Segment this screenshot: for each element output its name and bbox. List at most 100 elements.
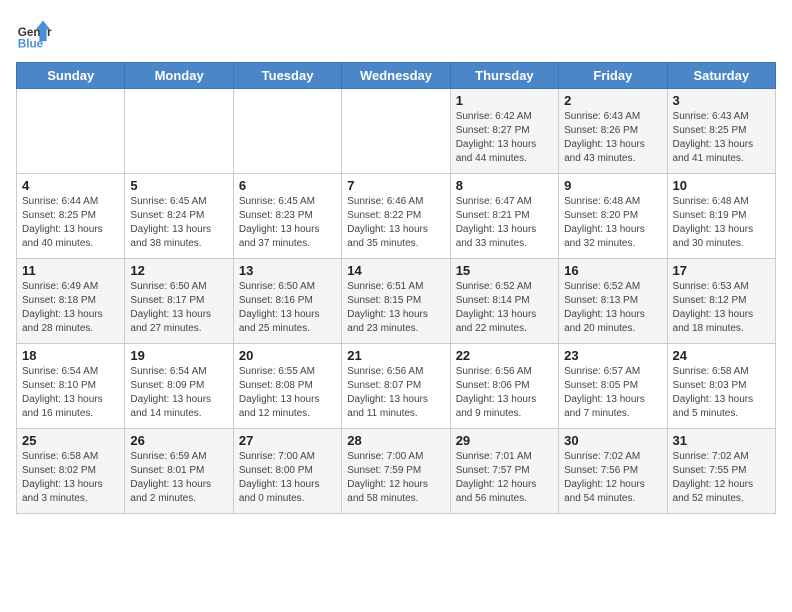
calendar-cell: 31Sunrise: 7:02 AM Sunset: 7:55 PM Dayli… — [667, 429, 775, 514]
day-info: Sunrise: 6:54 AM Sunset: 8:10 PM Dayligh… — [22, 365, 119, 421]
day-info: Sunrise: 6:54 AM Sunset: 8:09 PM Dayligh… — [130, 365, 227, 421]
day-number: 28 — [347, 433, 444, 448]
day-number: 31 — [673, 433, 770, 448]
day-info: Sunrise: 7:02 AM Sunset: 7:56 PM Dayligh… — [564, 450, 661, 506]
day-number: 24 — [673, 348, 770, 363]
day-number: 25 — [22, 433, 119, 448]
day-number: 10 — [673, 178, 770, 193]
day-number: 3 — [673, 93, 770, 108]
day-info: Sunrise: 6:52 AM Sunset: 8:13 PM Dayligh… — [564, 280, 661, 336]
day-number: 9 — [564, 178, 661, 193]
weekday-header-thursday: Thursday — [450, 63, 558, 89]
calendar-cell: 8Sunrise: 6:47 AM Sunset: 8:21 PM Daylig… — [450, 174, 558, 259]
calendar-cell: 12 Sunrise: 6:50 AM Sunset: 8:17 PM Dayli… — [125, 259, 233, 344]
day-number: 16 — [564, 263, 661, 278]
calendar-cell: 6 Sunrise: 6:45 AM Sunset: 8:23 PM Daylig… — [233, 174, 341, 259]
calendar-cell: 16 Sunrise: 6:52 AM Sunset: 8:13 PM Dayli… — [559, 259, 667, 344]
day-number: 5 — [130, 178, 227, 193]
weekday-header-monday: Monday — [125, 63, 233, 89]
day-info: Sunrise: 6:57 AM Sunset: 8:05 PM Dayligh… — [564, 365, 661, 421]
weekday-header-wednesday: Wednesday — [342, 63, 450, 89]
calendar-cell — [233, 89, 341, 174]
day-number: 15 — [456, 263, 553, 278]
day-info: Sunrise: 6:50 AM Sunset: 8:16 PM Dayligh… — [239, 280, 336, 336]
calendar-cell: 4 Sunrise: 6:44 AM Sunset: 8:25 PM Daylig… — [17, 174, 125, 259]
day-info: Sunrise: 6:46 AM Sunset: 8:22 PM Dayligh… — [347, 195, 444, 251]
day-number: 11 — [22, 263, 119, 278]
calendar-cell: 10Sunrise: 6:48 AM Sunset: 8:19 PM Dayli… — [667, 174, 775, 259]
calendar-cell: 29Sunrise: 7:01 AM Sunset: 7:57 PM Dayli… — [450, 429, 558, 514]
day-info: Sunrise: 6:43 AM Sunset: 8:26 PM Dayligh… — [564, 110, 661, 166]
day-number: 2 — [564, 93, 661, 108]
day-info: Sunrise: 6:49 AM Sunset: 8:18 PM Dayligh… — [22, 280, 119, 336]
day-number: 13 — [239, 263, 336, 278]
day-info: Sunrise: 6:56 AM Sunset: 8:07 PM Dayligh… — [347, 365, 444, 421]
day-number: 26 — [130, 433, 227, 448]
day-info: Sunrise: 6:51 AM Sunset: 8:15 PM Dayligh… — [347, 280, 444, 336]
calendar-cell: 7 Sunrise: 6:46 AM Sunset: 8:22 PM Daylig… — [342, 174, 450, 259]
calendar-cell: 18 Sunrise: 6:54 AM Sunset: 8:10 PM Dayli… — [17, 344, 125, 429]
calendar-cell: 27 Sunrise: 7:00 AM Sunset: 8:00 PM Dayli… — [233, 429, 341, 514]
weekday-header-friday: Friday — [559, 63, 667, 89]
calendar-cell: 3 Sunrise: 6:43 AM Sunset: 8:25 PM Daylig… — [667, 89, 775, 174]
week-row-2: 11 Sunrise: 6:49 AM Sunset: 8:18 PM Dayli… — [17, 259, 776, 344]
day-number: 7 — [347, 178, 444, 193]
day-info: Sunrise: 6:53 AM Sunset: 8:12 PM Dayligh… — [673, 280, 770, 336]
calendar-cell: 17 Sunrise: 6:53 AM Sunset: 8:12 PM Dayli… — [667, 259, 775, 344]
day-info: Sunrise: 6:45 AM Sunset: 8:24 PM Dayligh… — [130, 195, 227, 251]
calendar-cell: 19 Sunrise: 6:54 AM Sunset: 8:09 PM Dayli… — [125, 344, 233, 429]
day-info: Sunrise: 6:56 AM Sunset: 8:06 PM Dayligh… — [456, 365, 553, 421]
day-info: Sunrise: 7:00 AM Sunset: 7:59 PM Dayligh… — [347, 450, 444, 506]
day-info: Sunrise: 6:58 AM Sunset: 8:03 PM Dayligh… — [673, 365, 770, 421]
day-info: Sunrise: 6:43 AM Sunset: 8:25 PM Dayligh… — [673, 110, 770, 166]
day-info: Sunrise: 6:48 AM Sunset: 8:20 PM Dayligh… — [564, 195, 661, 251]
calendar-cell: 24 Sunrise: 6:58 AM Sunset: 8:03 PM Dayli… — [667, 344, 775, 429]
weekday-row: SundayMondayTuesdayWednesdayThursdayFrid… — [17, 63, 776, 89]
day-number: 4 — [22, 178, 119, 193]
calendar-cell: 5 Sunrise: 6:45 AM Sunset: 8:24 PM Daylig… — [125, 174, 233, 259]
logo: General Blue — [16, 16, 56, 52]
day-number: 29 — [456, 433, 553, 448]
page-header: General Blue — [16, 16, 776, 52]
day-info: Sunrise: 6:59 AM Sunset: 8:01 PM Dayligh… — [130, 450, 227, 506]
week-row-0: 1Sunrise: 6:42 AM Sunset: 8:27 PM Daylig… — [17, 89, 776, 174]
day-info: Sunrise: 6:55 AM Sunset: 8:08 PM Dayligh… — [239, 365, 336, 421]
day-number: 20 — [239, 348, 336, 363]
day-number: 17 — [673, 263, 770, 278]
day-info: Sunrise: 7:00 AM Sunset: 8:00 PM Dayligh… — [239, 450, 336, 506]
day-info: Sunrise: 6:45 AM Sunset: 8:23 PM Dayligh… — [239, 195, 336, 251]
calendar-cell: 21 Sunrise: 6:56 AM Sunset: 8:07 PM Dayli… — [342, 344, 450, 429]
calendar-cell — [342, 89, 450, 174]
calendar-cell: 22 Sunrise: 6:56 AM Sunset: 8:06 PM Dayli… — [450, 344, 558, 429]
calendar-cell — [17, 89, 125, 174]
day-number: 19 — [130, 348, 227, 363]
calendar-cell: 23 Sunrise: 6:57 AM Sunset: 8:05 PM Dayli… — [559, 344, 667, 429]
day-number: 30 — [564, 433, 661, 448]
calendar-cell: 28 Sunrise: 7:00 AM Sunset: 7:59 PM Dayli… — [342, 429, 450, 514]
day-number: 27 — [239, 433, 336, 448]
weekday-header-tuesday: Tuesday — [233, 63, 341, 89]
day-info: Sunrise: 6:44 AM Sunset: 8:25 PM Dayligh… — [22, 195, 119, 251]
weekday-header-sunday: Sunday — [17, 63, 125, 89]
day-number: 23 — [564, 348, 661, 363]
day-info: Sunrise: 6:50 AM Sunset: 8:17 PM Dayligh… — [130, 280, 227, 336]
calendar-cell: 15Sunrise: 6:52 AM Sunset: 8:14 PM Dayli… — [450, 259, 558, 344]
day-number: 18 — [22, 348, 119, 363]
week-row-1: 4 Sunrise: 6:44 AM Sunset: 8:25 PM Daylig… — [17, 174, 776, 259]
day-info: Sunrise: 6:47 AM Sunset: 8:21 PM Dayligh… — [456, 195, 553, 251]
week-row-3: 18 Sunrise: 6:54 AM Sunset: 8:10 PM Dayli… — [17, 344, 776, 429]
calendar-cell: 2 Sunrise: 6:43 AM Sunset: 8:26 PM Daylig… — [559, 89, 667, 174]
day-number: 22 — [456, 348, 553, 363]
day-number: 12 — [130, 263, 227, 278]
calendar-cell: 1Sunrise: 6:42 AM Sunset: 8:27 PM Daylig… — [450, 89, 558, 174]
calendar-body: 1Sunrise: 6:42 AM Sunset: 8:27 PM Daylig… — [17, 89, 776, 514]
calendar-cell: 13 Sunrise: 6:50 AM Sunset: 8:16 PM Dayli… — [233, 259, 341, 344]
weekday-header-saturday: Saturday — [667, 63, 775, 89]
calendar-cell: 11 Sunrise: 6:49 AM Sunset: 8:18 PM Dayli… — [17, 259, 125, 344]
calendar-cell: 30 Sunrise: 7:02 AM Sunset: 7:56 PM Dayli… — [559, 429, 667, 514]
day-number: 1 — [456, 93, 553, 108]
calendar-cell: 9 Sunrise: 6:48 AM Sunset: 8:20 PM Daylig… — [559, 174, 667, 259]
day-info: Sunrise: 6:58 AM Sunset: 8:02 PM Dayligh… — [22, 450, 119, 506]
day-number: 6 — [239, 178, 336, 193]
day-number: 21 — [347, 348, 444, 363]
